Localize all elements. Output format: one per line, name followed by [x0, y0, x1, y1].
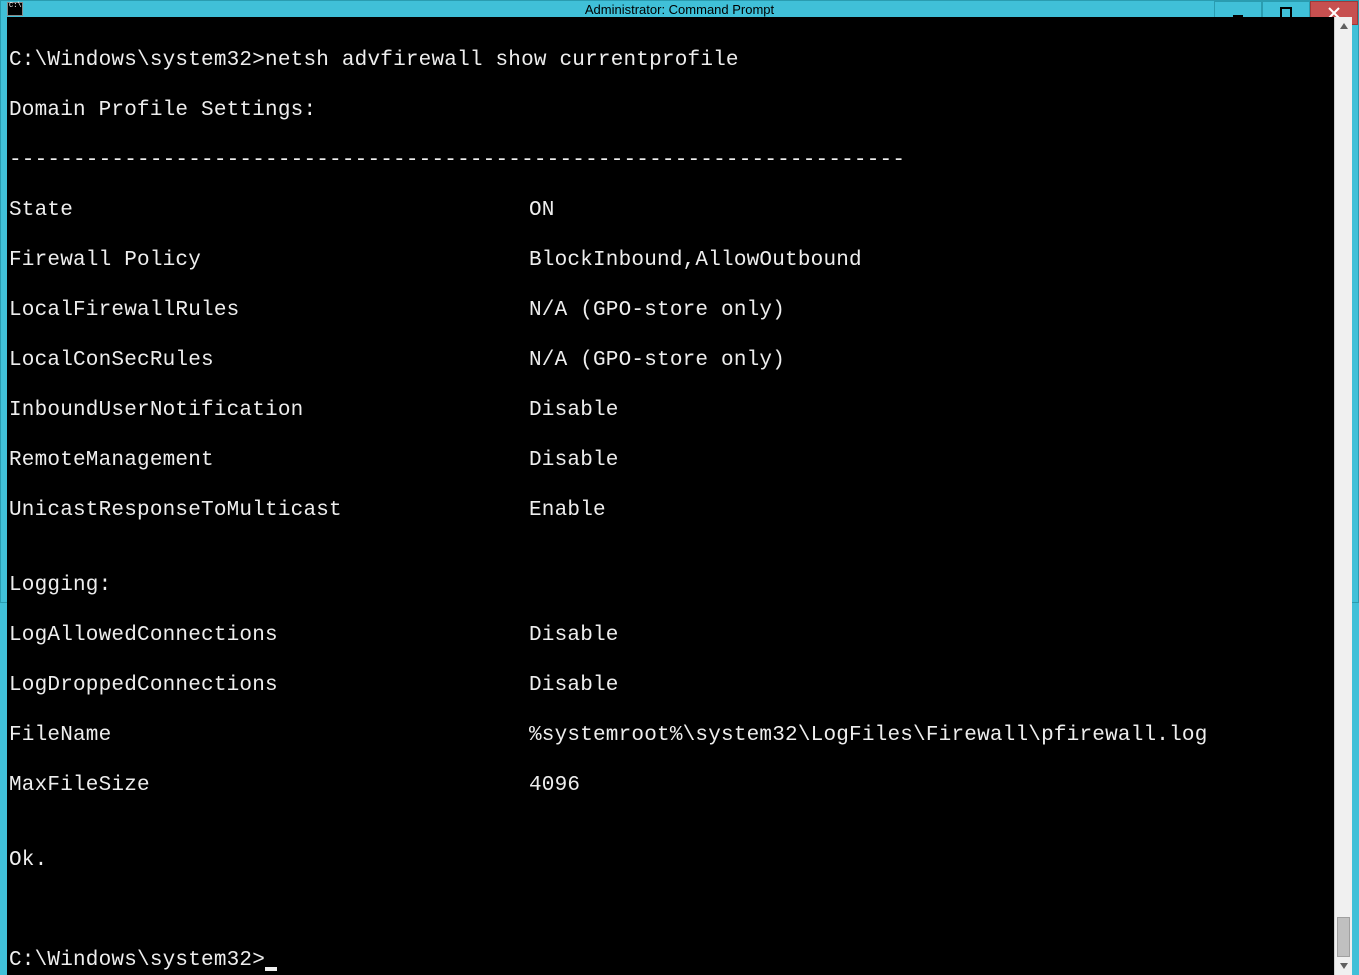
setting-key: State [9, 198, 529, 223]
logging-key: FileName [9, 723, 529, 748]
logging-row: FileName%systemroot%\system32\LogFiles\F… [9, 723, 1332, 748]
vertical-scrollbar[interactable] [1334, 17, 1352, 975]
divider-line: ----------------------------------------… [9, 148, 1332, 173]
cmd-icon [7, 1, 23, 17]
profile-header: Domain Profile Settings: [9, 98, 1332, 123]
command-text: netsh advfirewall show currentprofile [265, 49, 739, 72]
logging-row: LogAllowedConnectionsDisable [9, 623, 1332, 648]
logging-key: LogDroppedConnections [9, 673, 529, 698]
console-output[interactable]: C:\Windows\system32>netsh advfirewall sh… [7, 17, 1334, 975]
setting-value: Disable [529, 448, 619, 473]
logging-value: Disable [529, 623, 619, 648]
setting-row: StateON [9, 198, 1332, 223]
setting-row: UnicastResponseToMulticastEnable [9, 498, 1332, 523]
logging-header: Logging: [9, 573, 1332, 598]
setting-key: LocalFirewallRules [9, 298, 529, 323]
cursor [265, 967, 277, 971]
scroll-thumb[interactable] [1337, 917, 1350, 957]
console-area: C:\Windows\system32>netsh advfirewall sh… [7, 17, 1352, 975]
setting-key: Firewall Policy [9, 248, 529, 273]
logging-value: %systemroot%\system32\LogFiles\Firewall\… [529, 723, 1208, 748]
setting-value: N/A (GPO-store only) [529, 348, 785, 373]
setting-value: Enable [529, 498, 606, 523]
setting-row: RemoteManagementDisable [9, 448, 1332, 473]
setting-value: N/A (GPO-store only) [529, 298, 785, 323]
setting-row: Firewall PolicyBlockInbound,AllowOutboun… [9, 248, 1332, 273]
ok-line: Ok. [9, 848, 1332, 873]
logging-row: MaxFileSize4096 [9, 773, 1332, 798]
command-prompt-window: Administrator: Command Prompt C:\Windows… [0, 0, 1359, 603]
prompt-path: C:\Windows\system32> [9, 49, 265, 72]
setting-value: Disable [529, 398, 619, 423]
setting-value: ON [529, 198, 555, 223]
setting-row: LocalConSecRulesN/A (GPO-store only) [9, 348, 1332, 373]
setting-key: UnicastResponseToMulticast [9, 498, 529, 523]
scroll-down-arrow[interactable] [1335, 957, 1352, 975]
logging-row: LogDroppedConnectionsDisable [9, 673, 1332, 698]
setting-key: InboundUserNotification [9, 398, 529, 423]
scroll-up-arrow[interactable] [1335, 17, 1352, 35]
logging-value: Disable [529, 673, 619, 698]
prompt-path: C:\Windows\system32> [9, 949, 265, 972]
setting-row: InboundUserNotificationDisable [9, 398, 1332, 423]
setting-key: RemoteManagement [9, 448, 529, 473]
setting-value: BlockInbound,AllowOutbound [529, 248, 862, 273]
logging-key: LogAllowedConnections [9, 623, 529, 648]
setting-key: LocalConSecRules [9, 348, 529, 373]
titlebar[interactable]: Administrator: Command Prompt [1, 1, 1358, 17]
scroll-track[interactable] [1335, 35, 1352, 957]
setting-row: LocalFirewallRulesN/A (GPO-store only) [9, 298, 1332, 323]
window-title: Administrator: Command Prompt [585, 2, 774, 17]
logging-key: MaxFileSize [9, 773, 529, 798]
logging-value: 4096 [529, 773, 580, 798]
